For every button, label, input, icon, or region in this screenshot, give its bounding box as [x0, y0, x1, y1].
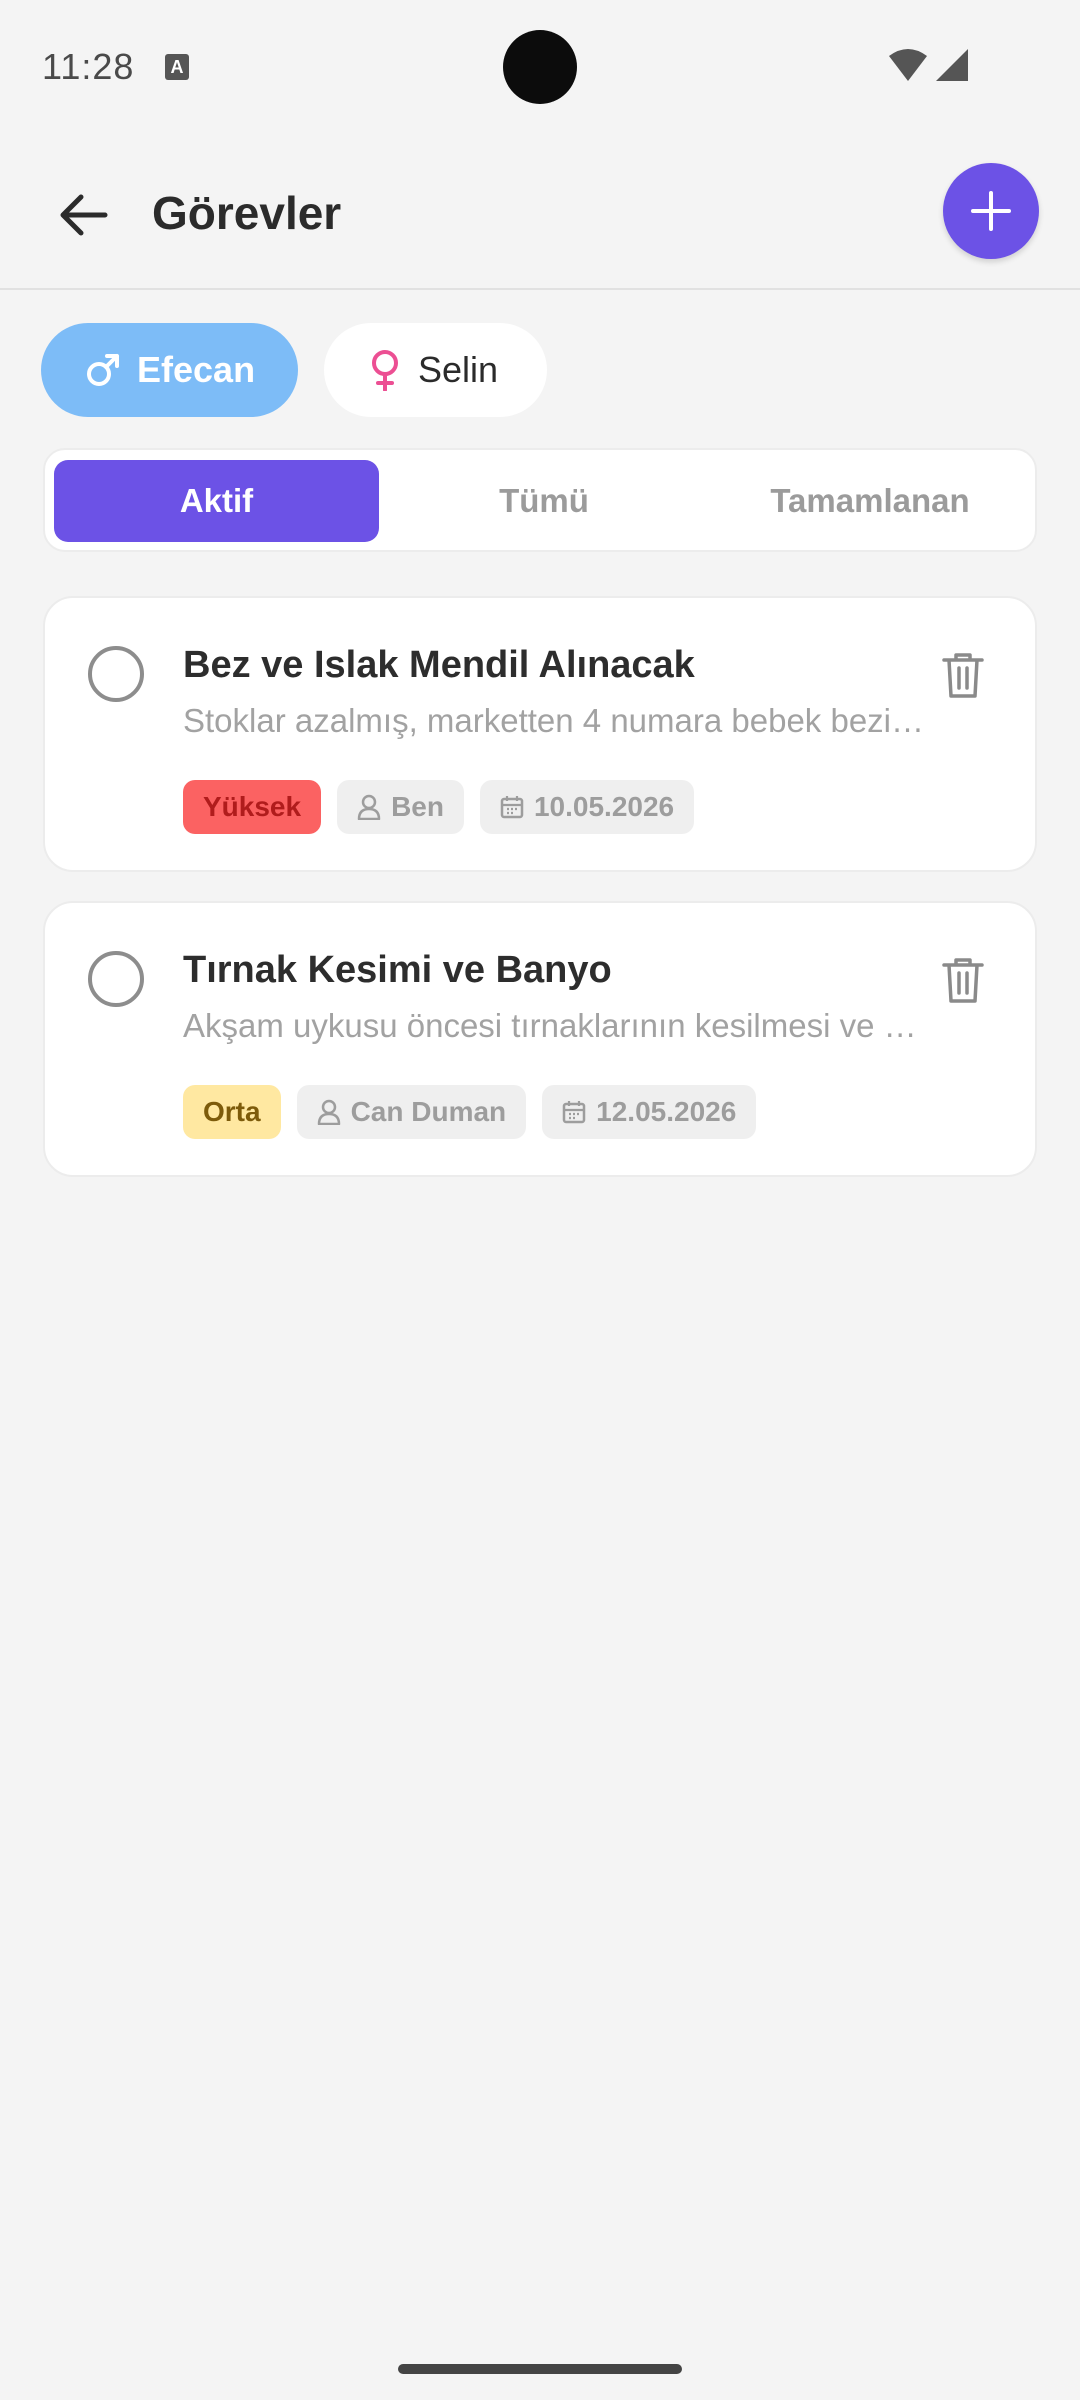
calendar-icon	[500, 796, 524, 819]
task-checkbox[interactable]	[88, 951, 144, 1007]
app-bar: Görevler	[0, 150, 1080, 290]
user-icon	[357, 794, 381, 820]
calendar-icon	[562, 1101, 586, 1124]
person-chip-efecan[interactable]: Efecan	[41, 323, 298, 417]
trash-icon[interactable]	[940, 955, 986, 1005]
task-tags: Yüksek Ben 10.05.2026	[183, 780, 695, 834]
assignee-badge: Ben	[337, 780, 464, 834]
filter-tabs: Aktif Tümü Tamamlanan	[43, 448, 1037, 552]
due-date: 12.05.2026	[596, 1096, 737, 1127]
status-time: 11:28	[42, 46, 135, 87]
back-button[interactable]	[48, 180, 118, 250]
task-title: Bez ve Islak Mendil Alınacak	[183, 644, 695, 686]
wifi-icon	[889, 49, 927, 81]
cellular-signal-icon	[936, 49, 968, 81]
priority-badge: Orta	[183, 1085, 281, 1139]
user-icon	[317, 1099, 340, 1125]
due-date: 10.05.2026	[533, 791, 675, 822]
task-card[interactable]: Bez ve Islak Mendil Alınacak Stoklar aza…	[43, 596, 1037, 872]
person-chip-selin[interactable]: Selin	[324, 323, 547, 417]
arrow-left-icon	[60, 194, 108, 236]
task-description: Akşam uykusu öncesi tırnaklarının kesilm…	[183, 1007, 928, 1044]
task-title: Tırnak Kesimi ve Banyo	[183, 949, 612, 991]
trash-icon[interactable]	[940, 650, 986, 700]
male-icon	[87, 354, 119, 386]
due-date-badge: 12.05.2026	[542, 1085, 757, 1139]
person-chip-label: Selin	[418, 349, 499, 390]
assignee-name: Ben	[391, 791, 444, 822]
notification-icon: A	[165, 54, 189, 80]
task-tags: Orta Can Duman 12.05.2026	[183, 1085, 757, 1139]
home-indicator[interactable]	[398, 2364, 682, 2374]
person-chip-label: Efecan	[137, 349, 256, 390]
add-task-button[interactable]	[943, 163, 1039, 259]
task-description: Stoklar azalmış, marketten 4 numara bebe…	[183, 702, 928, 739]
tab-tumu[interactable]: Tümü	[419, 460, 669, 542]
assignee-name: Can Duman	[350, 1096, 507, 1127]
tab-tamamlanan[interactable]: Tamamlanan	[710, 460, 1030, 542]
task-card[interactable]: Tırnak Kesimi ve Banyo Akşam uykusu önce…	[43, 901, 1037, 1177]
task-checkbox[interactable]	[88, 646, 144, 702]
screen: 11:28 A Görevler Efecan Selin Aktif Tümü…	[0, 0, 1080, 2400]
page-title: Görevler	[152, 187, 342, 239]
due-date-badge: 10.05.2026	[479, 780, 695, 834]
female-icon	[372, 350, 398, 391]
status-bar: 11:28 A	[0, 0, 1080, 130]
plus-icon	[971, 191, 1011, 231]
assignee-badge: Can Duman	[296, 1085, 527, 1139]
priority-badge: Yüksek	[183, 780, 322, 834]
camera-cutout	[503, 30, 577, 104]
tab-aktif[interactable]: Aktif	[54, 460, 379, 542]
